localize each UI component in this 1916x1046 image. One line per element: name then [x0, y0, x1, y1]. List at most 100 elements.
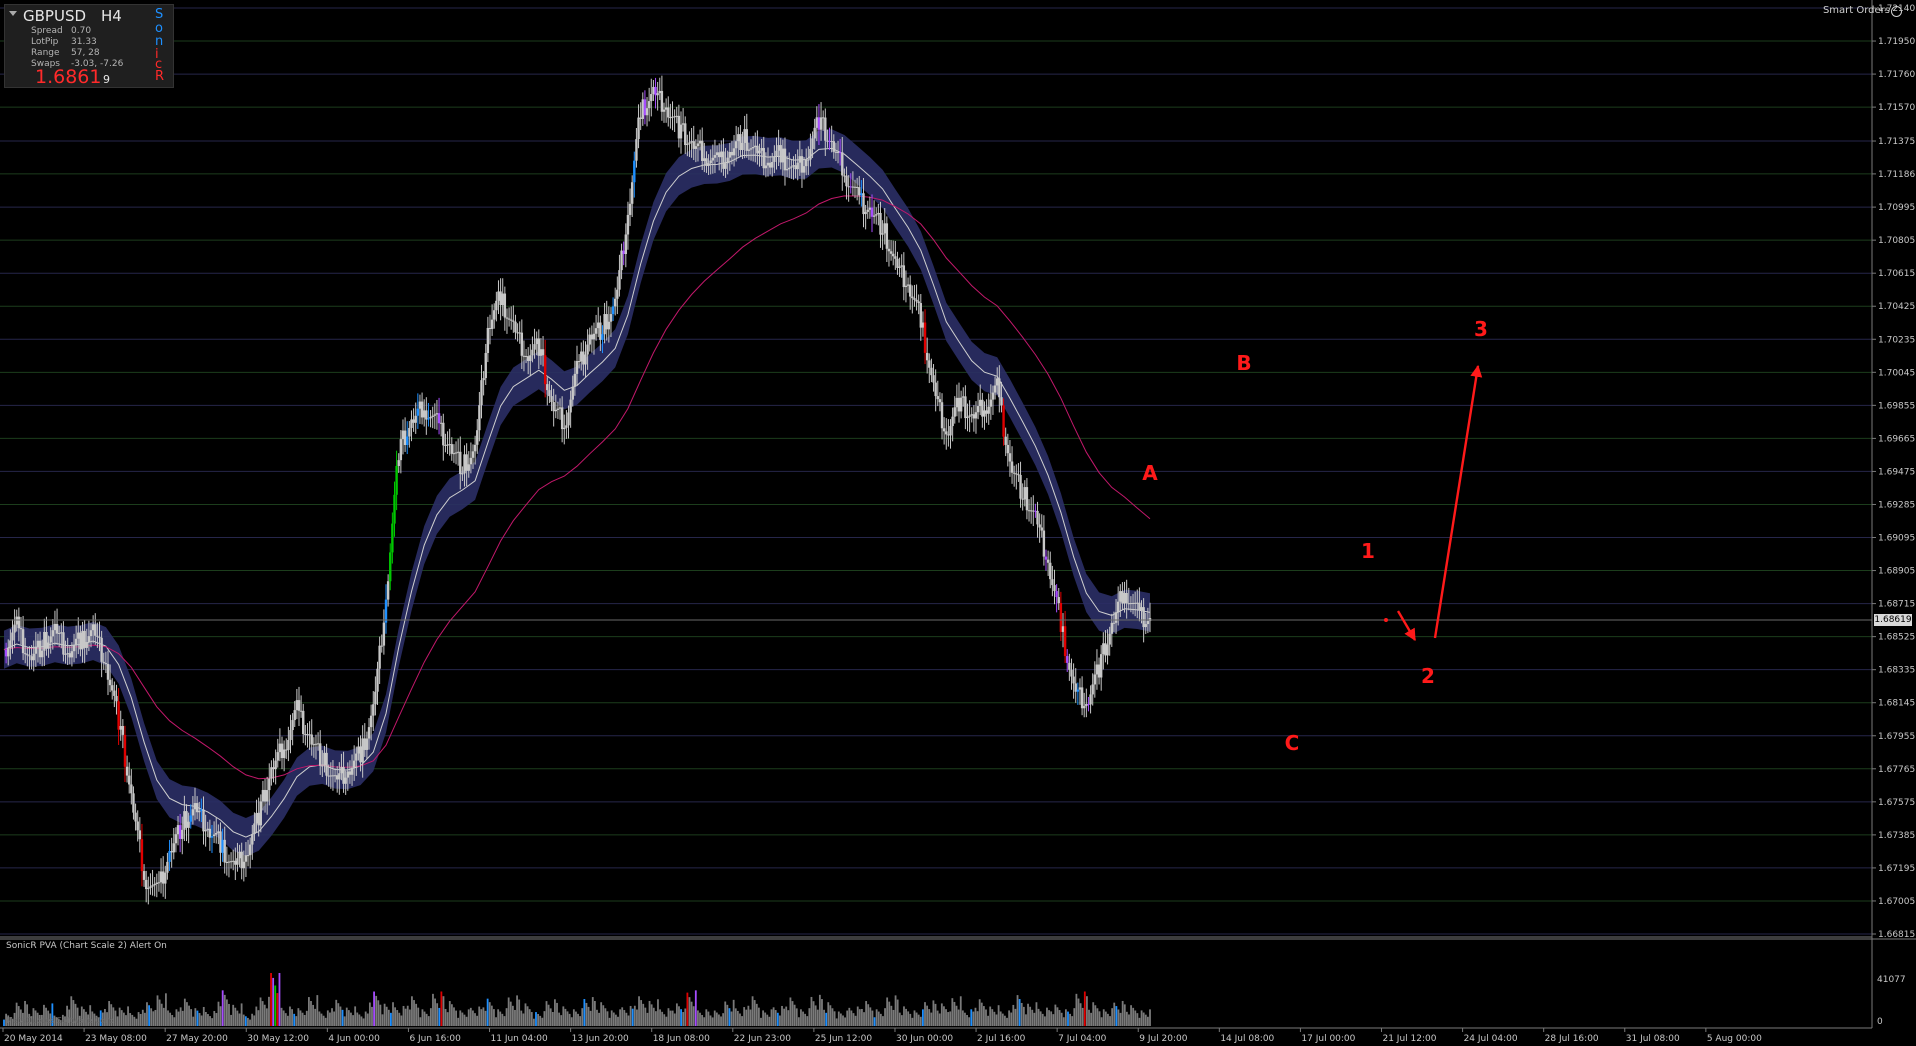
- candle-body: [66, 653, 69, 655]
- candle-body: [125, 766, 129, 776]
- candle-body: [743, 129, 746, 143]
- volume-bar: [429, 1008, 432, 1026]
- candle-body: [1074, 683, 1077, 692]
- volume-bar: [469, 1007, 472, 1026]
- candle-body: [543, 355, 547, 385]
- candle-body: [1097, 664, 1101, 678]
- candle-body: [115, 695, 118, 702]
- volume-bar: [554, 999, 556, 1026]
- price-tick-label: 1.70045: [1878, 368, 1915, 378]
- candle-body: [117, 701, 120, 730]
- candle-body: [987, 406, 990, 414]
- candle-body: [860, 193, 863, 196]
- volume-bar: [928, 1009, 931, 1026]
- candle-body: [26, 654, 29, 656]
- candle-body: [773, 156, 776, 162]
- volume-bar: [953, 1001, 956, 1026]
- candle-body: [592, 333, 596, 340]
- candle-body: [637, 117, 640, 140]
- candle-body: [953, 407, 956, 417]
- volume-bar: [448, 1001, 451, 1026]
- range-value: 57, 28: [71, 48, 100, 58]
- volume-bar: [209, 1016, 211, 1026]
- smart-orders-button[interactable]: Smart Orders: [1823, 5, 1890, 16]
- volume-bar: [406, 1005, 409, 1026]
- volume-bar: [1048, 1010, 1050, 1026]
- volume-bar: [284, 1013, 287, 1026]
- volume-bar: [341, 1009, 344, 1026]
- volume-bar: [917, 1014, 920, 1026]
- candle-body: [176, 825, 180, 835]
- price-tick-label: 1.70235: [1878, 335, 1915, 345]
- volume-bar: [812, 1001, 815, 1026]
- candle-body: [342, 767, 345, 784]
- volume-bar: [381, 1014, 384, 1026]
- collapse-arrow-icon[interactable]: [9, 11, 17, 16]
- candle-body: [1049, 562, 1052, 580]
- volume-bar: [785, 1006, 788, 1026]
- sonicr-letter-r: R: [155, 69, 165, 84]
- symbol-info-panel[interactable]: GBPUSD H4 Spread 0.70 LotPip 31.33 Range…: [4, 4, 174, 88]
- candle-body: [389, 552, 392, 582]
- candle-body: [1017, 474, 1020, 476]
- candle-body: [811, 138, 814, 149]
- candle-body: [911, 296, 914, 299]
- volume-bar: [804, 1013, 807, 1026]
- candle-body: [701, 140, 704, 161]
- volume-bar: [375, 995, 378, 1026]
- wave-annotations: A B C 1 2 3: [1142, 317, 1488, 755]
- candle-body: [62, 632, 65, 655]
- price-tick-label: 1.68715: [1878, 600, 1915, 610]
- candle-body: [138, 830, 142, 840]
- candle-body: [142, 871, 146, 880]
- candle-body: [923, 322, 927, 353]
- volume-bar: [905, 1008, 907, 1026]
- candle-body: [130, 784, 133, 794]
- volume-bar: [779, 1015, 781, 1026]
- candle-body: [166, 861, 169, 873]
- price-tick-label: 1.70995: [1878, 203, 1915, 213]
- volume-bar: [324, 1017, 327, 1026]
- candle-body: [962, 396, 965, 398]
- volume-bar: [257, 1010, 260, 1026]
- candle-body: [1140, 607, 1143, 611]
- volume-bar: [274, 985, 277, 1026]
- volume-bar: [539, 1015, 542, 1026]
- candle-body: [72, 644, 76, 652]
- candle-body: [582, 351, 585, 365]
- candle-body: [123, 734, 127, 767]
- volume-bar: [1144, 1014, 1147, 1026]
- timeframe-label: H4: [101, 7, 122, 25]
- candle-body: [77, 632, 80, 639]
- volume-bar: [959, 996, 962, 1026]
- volume-bar: [339, 1006, 342, 1026]
- volume-bar: [390, 1012, 392, 1026]
- bid-price-pipette: 9: [103, 73, 110, 86]
- volume-bar: [610, 1010, 613, 1026]
- candle-body: [1053, 585, 1056, 592]
- candles[interactable]: [4, 75, 1152, 905]
- volume-bar: [623, 1010, 626, 1026]
- volume-bar: [678, 1006, 680, 1026]
- volume-bar: [600, 1002, 603, 1026]
- volume-bar: [722, 1013, 725, 1026]
- volume-bar: [842, 1015, 844, 1026]
- candle-body: [200, 809, 203, 811]
- candle-body: [361, 738, 364, 763]
- volume-bar: [400, 1015, 403, 1026]
- candle-body: [1089, 694, 1092, 705]
- candle-body: [87, 636, 91, 643]
- volume-bar: [1102, 1009, 1105, 1026]
- candle-body: [879, 212, 882, 235]
- main-chart[interactable]: ABC123 1.721401.719501.717601.715701.713…: [0, 0, 1916, 1046]
- volume-bar: [501, 1013, 504, 1026]
- volume-bar: [215, 1013, 218, 1026]
- volume-bar: [751, 996, 754, 1026]
- volume-bar: [596, 1009, 598, 1026]
- candle-body: [1116, 601, 1120, 613]
- smart-orders-icon[interactable]: [1891, 6, 1902, 17]
- volume-bar: [657, 999, 659, 1026]
- volume-bar: [1142, 1012, 1145, 1026]
- candle-body: [601, 334, 604, 340]
- candle-body: [792, 165, 795, 167]
